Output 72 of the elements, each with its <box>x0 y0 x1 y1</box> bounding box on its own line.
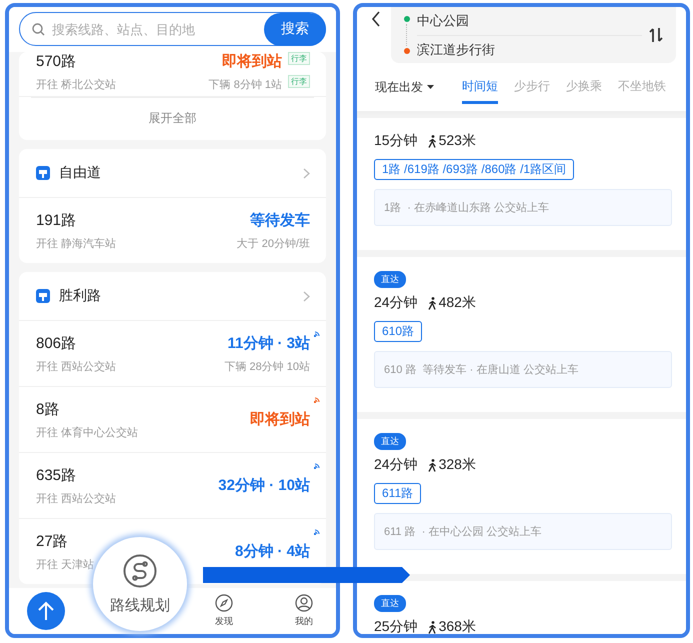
route-planner-label: 路线规划 <box>110 596 170 614</box>
direct-badge: 直达 <box>374 595 406 612</box>
walking-icon <box>428 134 437 148</box>
duration-text: 25分钟 <box>374 618 418 634</box>
origin-field[interactable]: 中心公园 <box>417 7 642 36</box>
walking-icon <box>428 458 437 472</box>
arrival-status: 即将到站 <box>222 52 282 71</box>
next-bus-text: 大于 20分钟/班 <box>236 236 310 250</box>
walk-distance: 523米 <box>438 132 476 150</box>
destination-field[interactable]: 滨江道步行街 <box>417 36 642 64</box>
sort-tab[interactable]: 时间短 <box>462 70 498 104</box>
route-tag: 611路 <box>374 483 422 504</box>
route-icon <box>123 554 157 588</box>
walk-distance: 368米 <box>438 618 476 634</box>
direct-badge: 直达 <box>374 271 406 288</box>
luggage-tag: 行李 <box>288 75 310 88</box>
walk-distance: 328米 <box>438 456 476 474</box>
sort-tab[interactable]: 少步行 <box>514 70 550 104</box>
search-icon <box>32 22 45 36</box>
origin-dot <box>404 16 410 22</box>
bus-stop-icon <box>36 166 50 180</box>
route-name: 570路 <box>36 52 78 71</box>
nav-tab[interactable]: 发现 <box>215 594 233 628</box>
duration-text: 24分钟 <box>374 294 418 312</box>
sort-tab[interactable]: 不坐地铁 <box>618 70 666 104</box>
luggage-tag: 行李 <box>288 52 310 65</box>
duration-text: 24分钟 <box>374 456 418 474</box>
sort-tab[interactable]: 少换乘 <box>566 70 602 104</box>
route-name: 8路 <box>36 400 60 418</box>
caret-icon <box>427 85 434 89</box>
route-name: 27路 <box>36 532 69 550</box>
nav-tab[interactable]: 我的 <box>295 594 313 628</box>
next-bus-text: 下辆 8分钟 1站 <box>208 78 282 92</box>
arrival-status: 32分钟 · 10站 <box>218 476 310 495</box>
depart-time-dropdown[interactable]: 现在出发 <box>375 78 434 96</box>
stop-name: 胜利路 <box>59 287 102 305</box>
walking-icon <box>428 620 437 634</box>
arrival-status: 8分钟 · 4站 <box>234 542 310 561</box>
stop-name: 自由道 <box>59 164 102 182</box>
destination-dot <box>404 48 410 54</box>
next-bus-text: 下辆 28分钟 10站 <box>224 360 310 374</box>
boarding-info: 610 路 等待发车 · 在唐山道 公交站上车 <box>374 351 672 388</box>
direct-badge: 直达 <box>374 433 406 450</box>
arrival-status: 11分钟 · 3站 <box>227 334 310 352</box>
swap-icon[interactable] <box>648 27 664 43</box>
arrival-status: 即将到站 <box>250 410 310 429</box>
arrow-up-icon <box>37 601 55 621</box>
route-name: 191路 <box>36 210 78 230</box>
route-name: 806路 <box>36 334 78 352</box>
route-name: 635路 <box>36 466 78 484</box>
route-tag: 610路 <box>374 321 422 342</box>
compass-icon <box>215 594 233 612</box>
walk-distance: 482米 <box>438 294 476 312</box>
boarding-info: 1路 · 在赤峰道山东路 公交站上车 <box>374 189 672 226</box>
direction-text: 开往 静海汽车站 <box>36 236 116 250</box>
search-field[interactable]: 搜索线路、站点、目的地 搜索 <box>19 12 326 46</box>
direction-text: 开往 西站公交站 <box>36 360 116 374</box>
bus-stop-icon <box>36 289 50 303</box>
back-icon[interactable] <box>371 11 381 27</box>
route-tag: 1路 /619路 /693路 /860路 /1路区间 <box>374 159 574 180</box>
profile-icon <box>295 594 313 612</box>
search-button[interactable]: 搜索 <box>264 12 326 46</box>
direction-text: 开往 天津站 <box>36 558 94 572</box>
boarding-info: 611 路 · 在中心公园 公交站上车 <box>374 513 672 550</box>
direction-text: 开往 体育中心公交站 <box>36 426 138 440</box>
direction-text: 开往 西站公交站 <box>36 492 116 506</box>
arrival-status: 等待发车 <box>250 210 310 230</box>
expand-all-link[interactable]: 展开全部 <box>31 97 314 140</box>
walking-icon <box>428 296 437 310</box>
back-to-top-button[interactable] <box>27 592 65 630</box>
duration-text: 15分钟 <box>374 132 418 150</box>
direction-text: 开往 桥北公交站 <box>36 78 116 92</box>
